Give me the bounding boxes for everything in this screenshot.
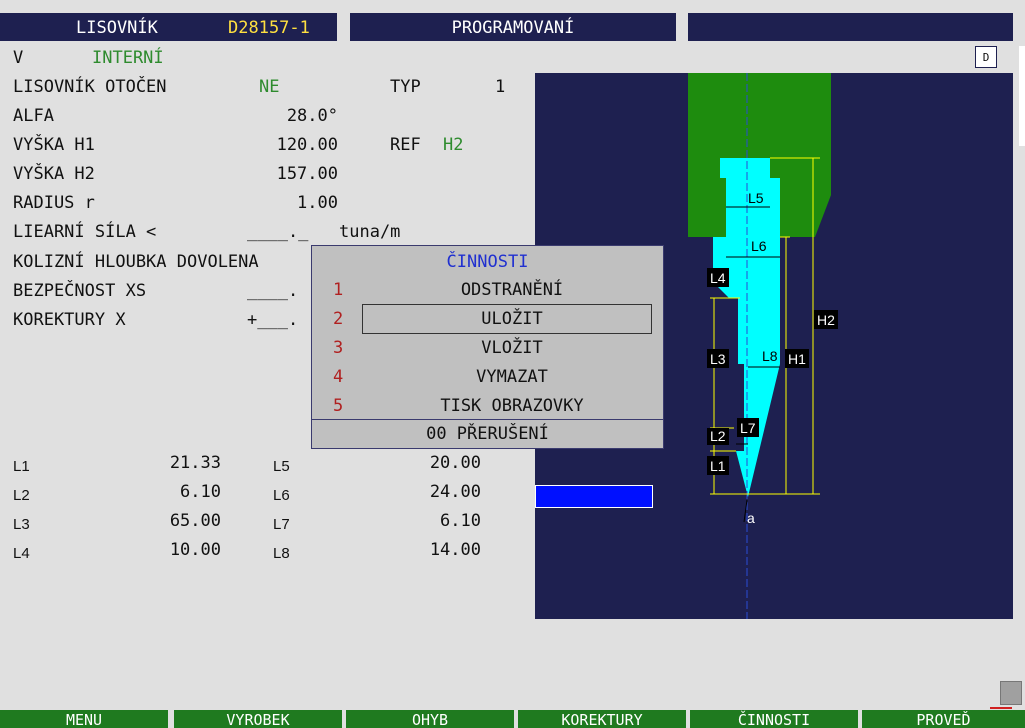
dim-l8-value[interactable]: 14.00 <box>380 540 481 560</box>
mode-label: PROGRAMOVANÍ <box>451 18 575 38</box>
right-header-bar <box>688 13 1013 41</box>
h1-label: VYŠKA H1 <box>13 135 95 155</box>
popup-item-num: 4 <box>333 367 344 387</box>
dim-l1-label: L1 <box>13 458 30 475</box>
popup-item-save[interactable]: 2 ULOŽIT <box>312 304 663 334</box>
popup-item-num: 3 <box>333 338 344 358</box>
safety-value[interactable]: ____. <box>247 281 298 301</box>
dim-l4-value[interactable]: 10.00 <box>120 540 221 560</box>
popup-item-num: 5 <box>333 396 344 416</box>
dim-l7-value[interactable]: 6.10 <box>380 511 481 531</box>
correction-label: KOREKTURY X <box>13 310 126 330</box>
alfa-label: ALFA <box>13 106 54 126</box>
collision-label: KOLIZNÍ HLOUBKA DOVOLENA <box>13 252 259 272</box>
d-button[interactable]: D <box>975 46 997 68</box>
radius-label: RADIUS r <box>13 193 95 213</box>
popup-item-insert[interactable]: 3 VLOŽIT <box>312 334 663 362</box>
dim-l5-label: L5 <box>273 458 290 475</box>
fkey-corrections[interactable]: KOREKTURY <box>518 710 686 728</box>
popup-item-delete[interactable]: 4 VYMAZAT <box>312 363 663 391</box>
mode-bar: PROGRAMOVANÍ <box>350 13 676 41</box>
popup-title: ČINNOSTI <box>446 252 529 272</box>
popup-item-remove[interactable]: 1 ODSTRANĚNÍ <box>312 276 663 304</box>
dim-l6-value[interactable]: 24.00 <box>380 482 481 502</box>
dim-l6-label: L6 <box>273 487 290 504</box>
tool-id: D28157-1 <box>228 18 310 38</box>
popup-item-label: VLOŽIT <box>481 338 543 358</box>
ref-label: REF <box>390 135 421 155</box>
activities-popup: ČINNOSTI 1 ODSTRANĚNÍ 2 ULOŽIT 3 VLOŽIT … <box>311 245 664 449</box>
v-value: INTERNÍ <box>92 48 164 68</box>
force-label: LIEARNÍ SÍLA < <box>13 222 157 242</box>
dim-l2-label: L2 <box>13 487 30 504</box>
dim-l7-label: L7 <box>273 516 290 533</box>
rotated-value[interactable]: NE <box>259 77 279 97</box>
safety-label: BEZPEČNOST XS <box>13 281 147 301</box>
popup-item-num: 2 <box>333 309 344 329</box>
rotated-label: LISOVNÍK OTOČEN <box>13 77 167 97</box>
highlight-bar <box>535 485 653 508</box>
fkey-execute[interactable]: PROVEĎ <box>862 710 1025 728</box>
popup-item-num: 1 <box>333 280 344 300</box>
typ-value[interactable]: 1 <box>495 77 505 97</box>
popup-item-label: ODSTRANĚNÍ <box>460 280 564 300</box>
correction-value[interactable]: +___. <box>247 310 298 330</box>
fkey-bend[interactable]: OHYB <box>346 710 514 728</box>
fkey-menu[interactable]: MENU <box>0 710 168 728</box>
popup-item-label: VYMAZAT <box>476 367 548 387</box>
popup-cancel[interactable]: 00 PŘERUŠENÍ <box>312 419 663 449</box>
typ-label: TYP <box>390 77 421 97</box>
radius-value[interactable]: 1.00 <box>220 193 338 213</box>
v-label: V <box>13 48 24 68</box>
popup-item-print-screen[interactable]: 5 TISK OBRAZOVKY <box>312 392 663 420</box>
dim-l3-value[interactable]: 65.00 <box>120 511 221 531</box>
popup-item-label: TISK OBRAZOVKY <box>440 396 584 416</box>
dim-l1-value[interactable]: 21.33 <box>120 453 221 473</box>
cursor-marker <box>990 707 1012 709</box>
alfa-value[interactable]: 28.0° <box>220 106 338 126</box>
fkey-activities[interactable]: ČINNOSTI <box>690 710 858 728</box>
h1-value[interactable]: 120.00 <box>220 135 338 155</box>
dim-l5-value[interactable]: 20.00 <box>380 453 481 473</box>
dim-l8-label: L8 <box>273 545 290 562</box>
d-button-label: D <box>982 51 990 64</box>
title-bar: LISOVNÍK D28157-1 <box>0 13 337 41</box>
fkey-product[interactable]: VYROBEK <box>174 710 342 728</box>
popup-item-label: ULOŽIT <box>481 309 543 329</box>
popup-cancel-label: 00 PŘERUŠENÍ <box>426 424 549 444</box>
tool-label: LISOVNÍK <box>76 18 158 38</box>
scrollbar[interactable] <box>1019 46 1025 146</box>
h2-value[interactable]: 157.00 <box>220 164 338 184</box>
scroll-handle[interactable] <box>1000 681 1022 705</box>
h2-label: VYŠKA H2 <box>13 164 95 184</box>
ref-value[interactable]: H2 <box>443 135 463 155</box>
dim-l3-label: L3 <box>13 516 30 533</box>
force-unit: tuna/m <box>339 222 401 242</box>
dim-l2-value[interactable]: 6.10 <box>120 482 221 502</box>
force-value[interactable]: ____._ <box>247 222 308 242</box>
dim-l4-label: L4 <box>13 545 30 562</box>
